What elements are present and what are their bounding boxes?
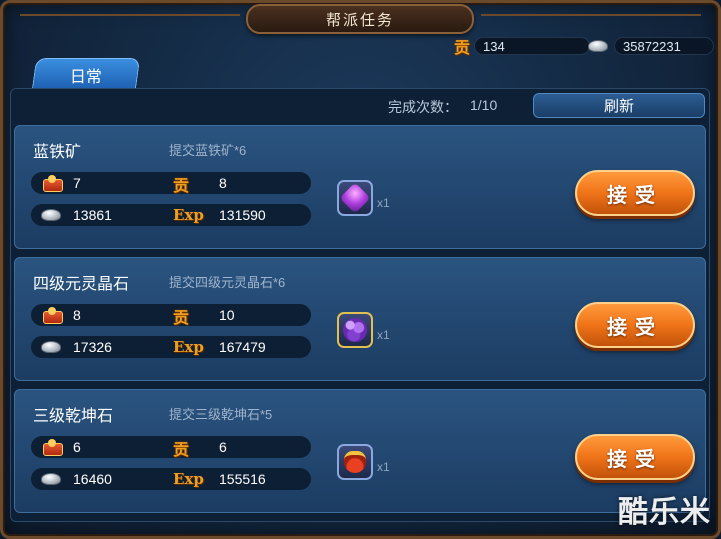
task-card: 蓝铁矿 提交蓝铁矿*6 7 贡 8 13861 Exp 131590 x1 接受 [14,125,706,249]
red-pouch-icon [41,439,63,456]
window-title-text: 帮派任务 [325,11,394,29]
reward-exp-value: 155516 [219,471,266,487]
watermark-logo: 酷乐米 [618,496,711,529]
silver-ingot-icon [41,473,61,485]
purple-gem-icon [339,182,371,214]
required-item-slot[interactable] [337,312,373,348]
reward-contribution-value: 6 [219,439,227,455]
exp-icon: Exp [173,470,204,488]
reward-row-top: 6 贡 6 [31,436,311,459]
task-requirement: 提交四级元灵晶石*6 [169,275,286,290]
reward-item-value: 8 [73,307,81,323]
red-pouch-icon [41,307,63,324]
refresh-button-label: 刷新 [603,98,634,115]
reward-exp-value: 167479 [219,339,266,355]
task-requirement: 提交三级乾坤石*5 [169,407,273,422]
contribution-value: 134 [474,37,591,55]
task-name: 四级元灵晶石 [33,276,130,293]
required-item-slot[interactable] [337,444,373,480]
task-name: 三级乾坤石 [33,408,114,425]
reward-exp-value: 131590 [219,207,266,223]
exp-icon: Exp [173,338,204,356]
reward-row-top: 7 贡 8 [31,172,311,195]
task-card: 四级元灵晶石 提交四级元灵晶石*6 8 贡 10 17326 Exp 16747… [14,257,706,381]
contribution-value-text: 134 [483,38,505,54]
required-item-qty: x1 [377,196,390,210]
contribution-icon: 贡 [454,38,471,57]
accept-button[interactable]: 接受 [575,302,695,348]
contribution-icon: 贡 [173,440,190,459]
accept-button[interactable]: 接受 [575,170,695,216]
reward-row-bottom: 17326 Exp 167479 [31,336,311,358]
reward-contribution-value: 10 [219,307,235,323]
tab-daily[interactable]: 日常 [31,58,141,90]
reward-silver-value: 16460 [73,471,112,487]
task-requirement: 提交蓝铁矿*6 [169,143,247,158]
window-title: 帮派任务 [246,4,474,34]
completion-count-value: 1/10 [470,97,498,113]
reward-item-value: 6 [73,439,81,455]
accept-button[interactable]: 接受 [575,434,695,480]
task-card: 三级乾坤石 提交三级乾坤石*5 6 贡 6 16460 Exp 155516 x… [14,389,706,513]
silver-ingot-icon [41,209,61,221]
reward-item-value: 7 [73,175,81,191]
tab-daily-label: 日常 [69,68,102,86]
reward-row-top: 8 贡 10 [31,304,311,327]
silver-value-text: 35872231 [623,38,681,54]
required-item-qty: x1 [377,460,390,474]
exp-icon: Exp [173,206,204,224]
purple-grape-crystal-icon [343,318,367,342]
red-packet-icon [41,175,63,192]
silver-currency: 35872231 [588,36,714,56]
reward-row-bottom: 16460 Exp 155516 [31,468,311,490]
reward-silver-value: 17326 [73,339,112,355]
reward-row-bottom: 13861 Exp 131590 [31,204,311,226]
completion-count-label: 完成次数： [388,99,458,115]
contribution-icon: 贡 [173,308,190,327]
silver-ingot-icon [588,40,608,52]
silver-ingot-icon [41,341,61,353]
treasure-pouch-icon [344,451,366,473]
contribution-icon: 贡 [173,176,190,195]
accept-button-label: 接受 [607,184,663,207]
accept-button-label: 接受 [607,448,663,471]
reward-contribution-value: 8 [219,175,227,191]
refresh-button[interactable]: 刷新 [533,93,705,118]
accept-button-label: 接受 [607,316,663,339]
task-name: 蓝铁矿 [33,144,82,161]
required-item-qty: x1 [377,328,390,342]
contribution-currency: 贡 134 [454,36,591,57]
silver-value: 35872231 [614,37,714,55]
title-ornament-right [481,14,701,16]
required-item-slot[interactable] [337,180,373,216]
title-ornament-left [20,14,240,16]
reward-silver-value: 13861 [73,207,112,223]
